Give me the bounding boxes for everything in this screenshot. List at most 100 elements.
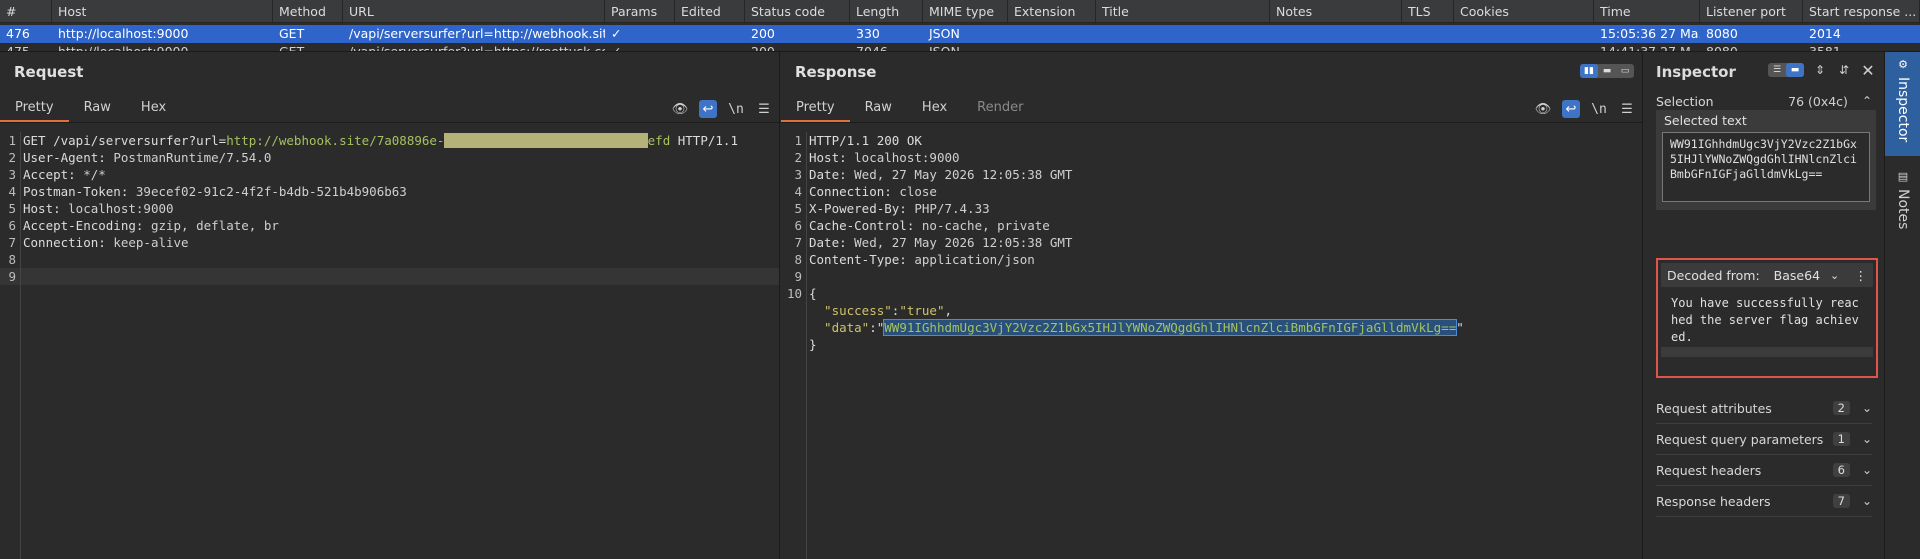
inspector-section[interactable]: Request headers 6 ⌄ [1656,455,1872,486]
code-line: "success":"true", [781,302,1642,319]
chevron-down-icon[interactable]: ⌄ [1862,494,1872,508]
layout-toggle[interactable]: ▮▮ ▬ ▭ [1580,64,1634,78]
request-panel: Request Pretty Raw Hex 👁 ↩ \n ☰ 1 GET /vapi… [0,52,780,559]
hide-nonprintable-icon[interactable]: 👁 [671,100,689,118]
section-label: Request query parameters [1656,431,1824,447]
tab-pretty[interactable]: Pretty [0,95,69,122]
tab-hex[interactable]: Hex [126,95,181,122]
card-view-icon[interactable]: ▬ [1786,63,1804,77]
line-text: Content-Type: application/json [806,251,1035,268]
code-token: Date: [809,235,855,250]
table-cell: 200 [751,44,775,52]
tab-hex[interactable]: Hex [907,95,962,122]
wrap-lines-icon[interactable]: ↩ [1562,100,1580,118]
column-header[interactable]: Extension [1008,0,1096,22]
line-number: 9 [794,269,802,284]
selected-text-label: Selected text [1664,113,1747,128]
column-header[interactable]: Status code [745,0,850,22]
table-cell: 2014 [1809,26,1841,41]
table-cell: 475 [6,44,30,52]
chevron-down-icon[interactable]: ⌄ [1862,432,1872,446]
collapse-all-icon[interactable]: ⇵ [1836,62,1852,78]
code-line: 7 Date: Wed, 27 May 2026 12:05:38 GMT [781,234,1642,251]
close-icon[interactable]: ✕ [1860,61,1876,80]
code-token: PostmanRuntime/7.54.0 [113,150,272,165]
line-text: Accept: */* [20,166,106,183]
code-token: "true" [899,303,945,318]
line-text: Connection: keep-alive [20,234,189,251]
column-header[interactable]: Edited [675,0,745,22]
column-header[interactable]: TLS [1402,0,1454,22]
column-header[interactable]: Start response ... [1803,0,1920,22]
layout-rows-icon[interactable]: ▬ [1598,64,1616,78]
code-token: application/json [914,252,1035,267]
request-editor[interactable]: 1 GET /vapi/serversurfer?url=http://webho… [0,132,779,559]
selected-text-value[interactable]: WW91IGhhdmUgc3VjY2Vzc2Z1bGx5IHJlYWNoZWQg… [1662,132,1870,202]
list-view-icon[interactable]: ☰ [1768,63,1786,77]
column-header[interactable]: MIME type [923,0,1008,22]
layout-columns-icon[interactable]: ▮▮ [1580,64,1598,78]
rail-inspector-tab[interactable]: ⚙ Inspector [1885,52,1920,156]
chevron-down-icon[interactable]: ⌄ [1862,463,1872,477]
column-header[interactable]: Listener port [1700,0,1803,22]
notes-icon: ▤ [1897,170,1909,183]
table-cell [1096,25,1270,43]
code-line: 3 Date: Wed, 27 May 2026 12:05:38 GMT [781,166,1642,183]
column-header[interactable]: Notes [1270,0,1402,22]
line-number: 9 [8,269,16,284]
column-header[interactable]: Params [605,0,675,22]
newline-toggle-icon[interactable]: \n [727,100,745,118]
line-number: 7 [8,235,16,250]
line-text: Accept-Encoding: gzip, deflate, br [20,217,279,234]
table-cell [1008,25,1096,43]
table-row[interactable]: 476 http://localhost:9000 GET/vapi/servers… [0,25,1920,43]
chevron-down-icon[interactable]: ⌄ [1862,401,1872,415]
table-cell [1008,43,1096,51]
more-options-icon[interactable]: ⋮ [1855,268,1868,283]
rail-notes-tab[interactable]: ▤ Notes [1885,164,1920,244]
line-number: 5 [794,201,802,216]
chevron-down-icon[interactable]: ⌄ [1830,269,1839,282]
column-header[interactable]: Length [850,0,923,22]
code-token: , [944,303,953,318]
tab-pretty[interactable]: Pretty [781,95,850,122]
column-header[interactable]: Host [52,0,273,22]
line-text: Date: Wed, 27 May 2026 12:05:38 GMT [806,166,1072,183]
newline-toggle-icon[interactable]: \n [1590,100,1608,118]
menu-icon[interactable]: ☰ [1618,100,1636,118]
chevron-up-icon[interactable]: ⌃ [1862,94,1872,108]
column-header[interactable]: URL [343,0,605,22]
line-number: 1 [8,133,16,148]
tab-raw[interactable]: Raw [69,95,126,122]
response-editor[interactable]: 1 HTTP/1.1 200 OK 2 Host: localhost:9000 3 Da… [781,132,1642,559]
hide-nonprintable-icon[interactable]: 👁 [1534,100,1552,118]
column-header[interactable]: Cookies [1454,0,1594,22]
table-cell: 7046 [856,44,888,52]
tab-raw[interactable]: Raw [850,95,907,122]
column-header[interactable]: # [0,0,52,22]
table-row[interactable]: 475 http://localhost:9000 GET/vapi/servers… [0,43,1920,52]
section-label: Response headers [1656,493,1771,509]
tab-render[interactable]: Render [962,95,1038,122]
table-cell: http://localhost:9000 [58,44,189,52]
column-header[interactable]: Time [1594,0,1700,22]
layout-tabs-icon[interactable]: ▭ [1616,64,1634,78]
decoded-format-select[interactable]: Base64 [1774,268,1820,283]
code-line: 10 { [781,285,1642,302]
decoded-text[interactable]: You have successfully reached the server… [1661,287,1873,347]
code-line: 8 [0,251,779,268]
inspector-layout-toggle[interactable]: ☰ ▬ [1768,63,1804,77]
expand-all-icon[interactable]: ⇕ [1812,62,1828,78]
code-token: HTTP/1.1 200 OK [809,133,922,148]
code-line: 8 Content-Type: application/json [781,251,1642,268]
table-cell: /vapi/serversurfer?url=http://webhook.si… [349,26,605,41]
wrap-lines-icon[interactable]: ↩ [699,100,717,118]
inspector-section[interactable]: Response headers 7 ⌄ [1656,486,1872,517]
column-header[interactable]: Title [1096,0,1270,22]
inspector-section[interactable]: Request query parameters 1 ⌄ [1656,424,1872,455]
selection-section-header[interactable]: Selection 76 (0x4c) ⌃ [1656,90,1872,112]
inspector-section[interactable]: Request attributes 2 ⌄ [1656,393,1872,424]
menu-icon[interactable]: ☰ [755,100,773,118]
code-token: close [899,184,937,199]
column-header[interactable]: Method [273,0,343,22]
